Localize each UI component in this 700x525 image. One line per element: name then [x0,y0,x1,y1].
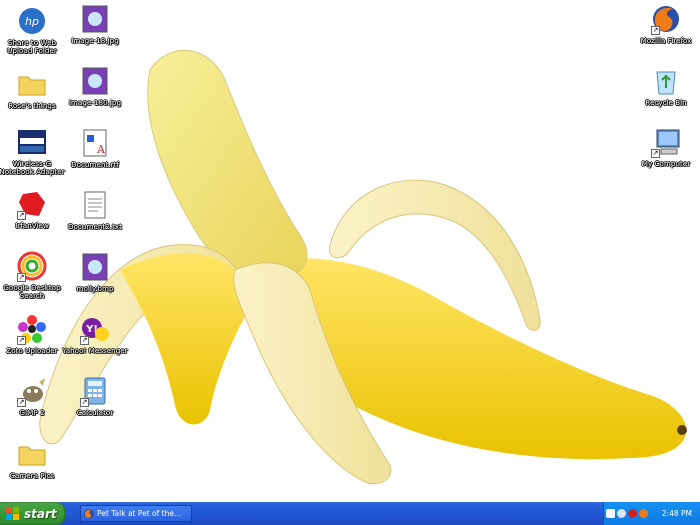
system-tray: 2:48 PM [603,502,700,525]
desktop-icon-label: My Computer [641,159,691,168]
desktop-icon-label: Yahoo! Messenger [62,346,128,355]
desktop-icon-label: Calculator [76,408,114,417]
my-computer-icon: ↗ [649,126,683,158]
firefox-icon: ↗ [649,3,683,35]
desktop-icon-label: Mozilla Firefox [640,36,692,45]
desktop-icon-image-180[interactable]: image-180.jpg [63,65,127,125]
desktop-icon-label: Zoto Uploader [6,346,58,355]
rtf-document-icon: A [78,127,112,159]
shortcut-arrow-icon: ↗ [651,149,660,158]
desktop-icon-irfanview[interactable]: ↗ IrfanView [0,188,64,248]
calculator-icon: ↗ [78,375,112,407]
desktop-icon-label: Recycle Bin [645,98,687,107]
desktop-icon-recycle-bin[interactable]: Recycle Bin [634,65,698,125]
desktop-icon-gimp[interactable]: ↗ GIMP 2 [0,375,64,435]
desktop-icon-label: Share to Web Upload Folder [7,38,57,55]
shortcut-arrow-icon: ↗ [80,398,89,407]
desktop-icon-molly-bmp[interactable]: molly.bmp [63,251,127,311]
desktop-icon-wireless-adapter[interactable]: Wireless-G Notebook Adapter [0,126,65,186]
firefox-icon [84,508,94,519]
desktop-icon-label: Document.rtf [71,160,119,169]
desktop: hp Share to Web Upload Folder Rose's thi… [0,0,700,502]
tray-app-icon[interactable] [639,509,648,518]
gimp-icon: ↗ [15,375,49,407]
desktop-icon-label: Google Desktop Search [3,283,61,300]
shortcut-arrow-icon: ↗ [17,336,26,345]
desktop-icon-yahoo-messenger[interactable]: Y! ↗ Yahoo! Messenger [62,313,128,373]
taskbar: start Pet Talk at Pet of the... 2:48 PM [0,502,700,525]
desktop-icon-zoto-uploader[interactable]: ↗ Zoto Uploader [0,313,64,373]
network-icon[interactable] [617,509,626,518]
clock[interactable]: 2:48 PM [662,509,692,518]
taskbar-item-browser-window[interactable]: Pet Talk at Pet of the... [80,505,192,522]
taskbar-item-label: Pet Talk at Pet of the... [97,509,182,518]
shortcut-arrow-icon: ↗ [651,26,660,35]
shortcut-arrow-icon: ↗ [17,211,26,220]
shortcut-arrow-icon: ↗ [17,398,26,407]
start-label: start [24,506,57,521]
image-file-icon [78,3,112,35]
desktop-icon-document-rtf[interactable]: A Document.rtf [63,127,127,187]
google-desktop-icon: ↗ [15,250,49,282]
banana-tip [677,425,687,435]
desktop-icon-share-to-web[interactable]: hp Share to Web Upload Folder [0,5,64,65]
banana-fruit [147,49,308,280]
zoto-flower-icon: ↗ [15,313,49,345]
desktop-icon-label: Document2.txt [68,222,122,231]
image-file-icon [78,251,112,283]
irfanview-icon: ↗ [15,188,49,220]
image-file-icon [78,65,112,97]
desktop-icon-camera-pics[interactable]: Camera Pics [0,438,64,498]
svg-text:hp: hp [25,15,39,28]
desktop-icon-roses-things[interactable]: Rose's things [0,68,64,128]
security-icon[interactable] [628,509,637,518]
desktop-icon-google-desktop[interactable]: ↗ Google Desktop Search [0,250,64,310]
hp-share-icon: hp [15,5,49,37]
desktop-icon-label: IrfanView [15,221,49,230]
desktop-icon-image-18[interactable]: image-18.jpg [63,3,127,63]
folder-icon [15,438,49,470]
desktop-icon-label: Rose's things [8,101,56,110]
tray-arrow-icon[interactable] [606,509,615,518]
start-button[interactable]: start [0,502,66,525]
recycle-bin-icon [649,65,683,97]
desktop-icon-label: Camera Pics [9,471,55,480]
desktop-icon-document2-txt[interactable]: Document2.txt [63,189,127,249]
desktop-icon-calculator[interactable]: ↗ Calculator [63,375,127,435]
desktop-icon-label: GIMP 2 [19,408,45,417]
desktop-icon-label: image-180.jpg [68,98,122,107]
folder-icon [15,68,49,100]
desktop-icon-label: molly.bmp [76,284,114,293]
desktop-icon-firefox[interactable]: ↗ Mozilla Firefox [634,3,698,63]
shortcut-arrow-icon: ↗ [17,273,26,282]
yahoo-messenger-icon: Y! ↗ [78,313,112,345]
desktop-icon-my-computer[interactable]: ↗ My Computer [634,126,698,186]
linksys-icon [15,126,49,158]
text-document-icon [78,189,112,221]
svg-text:A: A [96,143,106,156]
windows-logo-icon [6,506,19,520]
desktop-icon-label: Wireless-G Notebook Adapter [0,159,65,176]
shortcut-arrow-icon: ↗ [80,336,89,345]
desktop-icon-label: image-18.jpg [71,36,119,45]
